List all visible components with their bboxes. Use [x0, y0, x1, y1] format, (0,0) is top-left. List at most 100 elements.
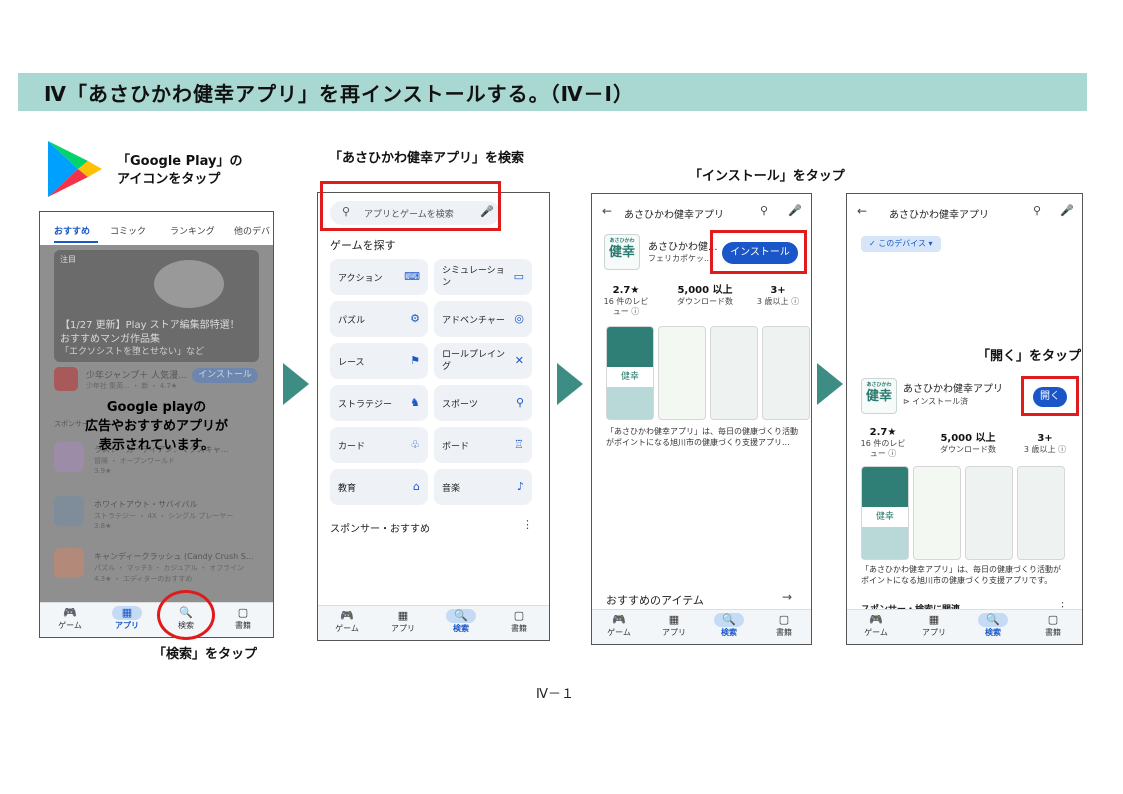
category-action[interactable]: アクション ⌨: [330, 259, 428, 295]
step-arrow: [817, 363, 843, 405]
category-icon: ⌨: [404, 270, 420, 283]
nav-books[interactable]: ▢ 書籍: [494, 609, 544, 634]
tab-indicator: [54, 241, 98, 243]
category-rpg[interactable]: ロールプレイング ✕: [434, 343, 532, 379]
app-meta: 冒険 ・ オープンワールド: [94, 457, 176, 465]
search-icon[interactable]: ⚲: [1033, 204, 1041, 217]
app-logo-icon: あさひかわ 健幸: [604, 234, 640, 270]
stat-age-rating: 3+ 3 歳以上 ⓘ: [756, 285, 800, 306]
microphone-icon[interactable]: 🎤: [788, 204, 802, 217]
screenshot-thumb[interactable]: [913, 466, 961, 560]
back-arrow-icon[interactable]: ←: [602, 204, 612, 218]
nav-apps[interactable]: ▦ アプリ: [649, 613, 699, 638]
app-developer: フェリカポケッ...: [648, 254, 712, 263]
nav-books[interactable]: ▢ 書籍: [759, 613, 809, 638]
nav-apps[interactable]: ▦ アプリ: [378, 609, 428, 634]
section-sponsored: スポンサー・おすすめ: [330, 524, 430, 535]
caption-open-tap: 「開く」をタップ: [977, 349, 1082, 364]
book-icon: ▢: [513, 609, 525, 622]
toolbar-title: あさひかわ健幸アプリ: [624, 210, 724, 221]
gamepad-icon: 🎮: [340, 609, 354, 622]
gamepad-icon: 🎮: [63, 606, 77, 619]
category-strategy[interactable]: ストラテジー ♞: [330, 385, 428, 421]
tab-other-devices[interactable]: 他のデバ: [234, 224, 270, 237]
tab-comics[interactable]: コミック: [110, 224, 146, 237]
tab-recommended[interactable]: おすすめ: [54, 224, 90, 237]
overlay-note: Google playの 広告やおすすめアプリが 表示されています。: [84, 400, 228, 453]
featured-subtitle: おすすめマンガ作品集: [60, 334, 160, 345]
category-icon: ▭: [513, 270, 524, 283]
book-icon: ▢: [237, 606, 249, 619]
search-icon[interactable]: ⚲: [760, 204, 768, 217]
screenshot-thumb[interactable]: [710, 326, 758, 420]
app-icon: [54, 496, 84, 526]
page-number: Ⅳ－１: [536, 687, 574, 702]
caption-search-app: 「あさひかわ健幸アプリ」を検索: [329, 151, 525, 166]
featured-artwork: [154, 260, 224, 308]
nav-apps[interactable]: ▦ アプリ: [909, 613, 959, 638]
screen-store-home: おすすめ コミック ランキング 他のデバ 注目 【1/27 更新】Play スト…: [39, 211, 274, 638]
category-adventure[interactable]: アドベンチャー ◎: [434, 301, 532, 337]
stat-rating: 2.7★ 16 件のレビュー ⓘ: [603, 285, 649, 316]
apps-icon: ▦: [112, 606, 142, 620]
screenshot-thumb[interactable]: 健幸: [606, 326, 654, 420]
microphone-icon[interactable]: 🎤: [1060, 204, 1074, 217]
install-button[interactable]: インストール: [192, 368, 258, 383]
back-arrow-icon[interactable]: ←: [857, 204, 867, 218]
arrow-right-icon[interactable]: →: [782, 590, 792, 604]
stat-downloads: 5,000 以上 ダウンロード数: [677, 285, 733, 306]
nav-games[interactable]: 🎮 ゲーム: [594, 613, 644, 638]
tab-ranking[interactable]: ランキング: [170, 224, 215, 237]
category-card[interactable]: カード ♧: [330, 427, 428, 463]
screenshot-thumb[interactable]: [1017, 466, 1065, 560]
nav-apps[interactable]: ▦ アプリ: [102, 606, 152, 631]
category-icon: ◎: [514, 312, 524, 325]
caption-play-icon-2: アイコンをタップ: [117, 172, 221, 187]
caption-install-tap: 「インストール」をタップ: [689, 169, 845, 184]
book-icon: ▢: [1047, 613, 1059, 626]
search-icon: 🔍: [714, 613, 744, 627]
highlight-install-button: [710, 230, 807, 274]
category-icon: ♧: [410, 438, 420, 451]
screenshot-thumb[interactable]: 健幸: [861, 466, 909, 560]
more-vert-icon[interactable]: ⋮: [522, 518, 533, 531]
category-simulation[interactable]: シミュレーション ▭: [434, 259, 532, 295]
search-icon: 🔍: [446, 609, 476, 623]
featured-card[interactable]: 注目 【1/27 更新】Play ストア編集部特選！ おすすめマンガ作品集 「エ…: [54, 250, 259, 362]
google-play-icon: [44, 139, 104, 199]
recommended-heading: おすすめのアイテム: [606, 594, 704, 607]
app-name: あさひかわ健...: [648, 242, 718, 253]
caption-search-tap: 「検索」をタップ: [153, 647, 258, 662]
nav-search[interactable]: 🔍 検索: [968, 613, 1018, 638]
category-icon: ⚲: [515, 396, 524, 409]
screenshot-thumb[interactable]: [658, 326, 706, 420]
nav-books[interactable]: ▢ 書籍: [1028, 613, 1078, 638]
page-title: Ⅳ「あさひかわ健幸アプリ」を再インストールする。（Ⅳ－Ⅰ）: [44, 82, 634, 106]
nav-games[interactable]: 🎮 ゲーム: [322, 609, 372, 634]
screenshot-thumb[interactable]: [762, 326, 810, 420]
app-rating: 4.3★ ・ エディターのおすすめ: [94, 575, 193, 583]
nav-games[interactable]: 🎮 ゲーム: [45, 606, 95, 631]
app-icon: [54, 367, 78, 391]
book-icon: ▢: [778, 613, 790, 626]
app-description: 「あさひかわ健幸アプリ」は、毎日の健康づくり活動がポイントになる旭川市の健康づく…: [861, 565, 1061, 585]
category-sports[interactable]: スポーツ ⚲: [434, 385, 532, 421]
stat-rating: 2.7★ 16 件のレビュー ⓘ: [860, 427, 906, 458]
device-filter-chip[interactable]: ✓ このデバイス ▾: [861, 236, 941, 252]
category-race[interactable]: レース ⚑: [330, 343, 428, 379]
category-icon: ♖: [514, 438, 524, 451]
nav-search[interactable]: 🔍 検索: [436, 609, 486, 634]
nav-search[interactable]: 🔍 検索: [704, 613, 754, 638]
category-board[interactable]: ボード ♖: [434, 427, 532, 463]
category-music[interactable]: 音楽 ♪: [434, 469, 532, 505]
bottom-navigation: 🎮 ゲーム ▦ アプリ 🔍 検索 ▢ 書籍: [592, 609, 811, 644]
nav-books[interactable]: ▢ 書籍: [218, 606, 268, 631]
nav-games[interactable]: 🎮 ゲーム: [851, 613, 901, 638]
category-icon: ⌂: [413, 480, 420, 493]
category-education[interactable]: 教育 ⌂: [330, 469, 428, 505]
category-puzzle[interactable]: パズル ⚙: [330, 301, 428, 337]
app-name: あさひかわ健幸アプリ: [903, 384, 1003, 395]
category-icon: ♞: [410, 396, 420, 409]
apps-icon: ▦: [668, 613, 680, 626]
screenshot-thumb[interactable]: [965, 466, 1013, 560]
